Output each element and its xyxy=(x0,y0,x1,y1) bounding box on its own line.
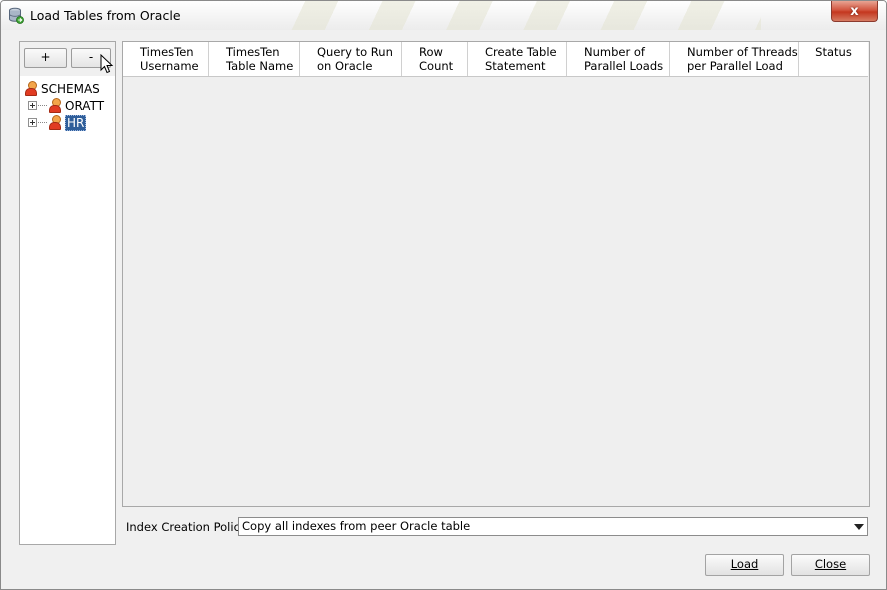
close-button-label: Close xyxy=(814,557,847,571)
column-header-line: Parallel Loads xyxy=(584,59,664,73)
column-header-line: Statement xyxy=(485,59,546,73)
tables-grid[interactable]: TimesTen Username TimesTen Table Name Quer… xyxy=(122,41,870,507)
column-header-line: on Oracle xyxy=(317,59,373,73)
column-header-row-count[interactable]: Row Count xyxy=(402,42,468,76)
mouse-cursor-icon xyxy=(100,54,114,74)
column-header-timesten-table-name[interactable]: TimesTen Table Name xyxy=(209,42,300,76)
index-policy-select[interactable]: Copy all indexes from peer Oracle table xyxy=(238,517,868,536)
user-icon xyxy=(49,115,61,130)
column-header-parallel-loads[interactable]: Number of Parallel Loads xyxy=(567,42,670,76)
database-load-icon xyxy=(9,7,24,24)
column-header-line: TimesTen xyxy=(140,45,194,59)
column-header-line: Number of Threads xyxy=(687,45,798,59)
tree-item-oratt[interactable]: ORATT xyxy=(25,97,104,114)
column-header-line: TimesTen xyxy=(226,45,280,59)
user-group-icon xyxy=(25,81,37,96)
column-header-line: per Parallel Load xyxy=(687,59,783,73)
grid-header: TimesTen Username TimesTen Table Name Quer… xyxy=(123,42,868,77)
window-title: Load Tables from Oracle xyxy=(30,8,181,23)
load-button[interactable]: Load xyxy=(705,554,784,576)
column-header-line: Count xyxy=(419,59,454,73)
schema-panel: + - SCHEMAS ORATT HR xyxy=(19,41,116,545)
close-icon: x xyxy=(850,3,859,19)
tree-root-label: SCHEMAS xyxy=(41,81,100,96)
schema-tree: SCHEMAS ORATT HR xyxy=(25,80,104,131)
expand-icon[interactable] xyxy=(28,101,37,110)
tree-item-hr[interactable]: HR xyxy=(25,114,104,131)
tree-item-label: ORATT xyxy=(65,98,105,113)
window-close-button[interactable]: x xyxy=(831,1,878,22)
column-header-line: Table Name xyxy=(226,59,294,73)
close-button[interactable]: Close xyxy=(791,554,870,576)
dialog-body: + - SCHEMAS ORATT HR TimesTen Username T… xyxy=(9,30,878,581)
column-header-timesten-username[interactable]: TimesTen Username xyxy=(123,42,209,76)
title-bar[interactable]: Load Tables from Oracle x xyxy=(1,1,886,30)
column-header-line: Status xyxy=(815,45,852,59)
expand-icon[interactable] xyxy=(28,118,37,127)
tree-connector xyxy=(38,105,47,106)
column-header-query[interactable]: Query to Run on Oracle xyxy=(300,42,402,76)
column-header-status[interactable]: Status xyxy=(799,42,868,76)
column-header-line: Query to Run xyxy=(317,45,393,59)
index-policy-value: Copy all indexes from peer Oracle table xyxy=(242,519,471,533)
column-header-line: Row xyxy=(419,45,443,59)
column-header-create-table[interactable]: Create Table Statement xyxy=(468,42,567,76)
column-header-line: Create Table xyxy=(485,45,557,59)
column-header-threads[interactable]: Number of Threads per Parallel Load xyxy=(670,42,799,76)
column-header-line: Username xyxy=(140,59,199,73)
tree-connector xyxy=(38,122,47,123)
load-tables-dialog: Load Tables from Oracle x + - SCHEMAS OR… xyxy=(0,0,887,590)
load-button-label: Load xyxy=(730,557,759,571)
column-header-line: Number of xyxy=(584,45,645,59)
add-schema-button[interactable]: + xyxy=(24,48,67,68)
dropdown-arrow-icon[interactable] xyxy=(854,524,864,530)
user-icon xyxy=(49,98,61,113)
tree-item-label-selected: HR xyxy=(65,114,87,131)
tree-root-schemas[interactable]: SCHEMAS xyxy=(25,80,104,97)
index-policy-label: Index Creation Policy: xyxy=(126,520,250,534)
